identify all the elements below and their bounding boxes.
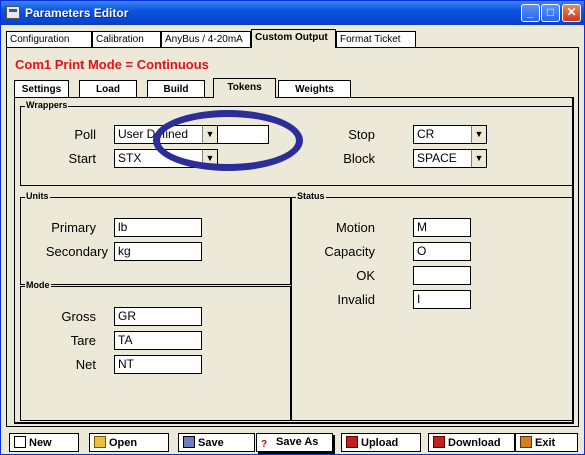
stop-select-value: CR [417,127,435,141]
subtab-label: Load [96,84,120,95]
maximize-icon: □ [546,5,555,19]
exit-button[interactable]: Exit [515,433,578,452]
upload-label: Upload [361,437,399,449]
new-button[interactable]: New [9,433,79,452]
gross-input[interactable]: GR [114,307,202,326]
save-disk-icon [183,436,195,448]
capacity-label: Capacity [324,244,375,259]
annotation-ellipse [153,110,303,171]
tab-format-ticket[interactable]: Format Ticket [336,31,416,48]
subtab-settings[interactable]: Settings [14,80,69,98]
block-select[interactable]: SPACE ▼ [413,149,487,168]
download-button[interactable]: Download [428,433,515,452]
secondary-label: Secondary [45,244,108,259]
units-group: Units [20,191,291,285]
motion-input[interactable]: M [413,218,471,237]
print-mode-title: Com1 Print Mode = Continuous [15,57,209,72]
subtab-load[interactable]: Load [79,80,137,98]
subtab-tokens[interactable]: Tokens [213,78,276,98]
subtab-build[interactable]: Build [147,80,205,98]
download-label: Download [448,437,501,449]
primary-unit-input[interactable]: lb [114,218,202,237]
invalid-label: Invalid [337,292,375,307]
tab-configuration[interactable]: Configuration [6,31,92,48]
tab-label: AnyBus / 4-20mA [165,34,243,45]
capacity-input[interactable]: O [413,242,471,261]
save-as-label: Save As [276,436,319,448]
motion-label: Motion [335,220,375,235]
subtab-label: Settings [21,84,62,95]
tab-label: Calibration [96,34,144,45]
subtab-label: Build [163,84,189,95]
open-folder-icon [94,436,106,448]
upload-icon [346,436,358,448]
parameters-editor-window: Parameters Editor _ □ ✕ Configuration Ca… [0,0,585,455]
tare-label: Tare [70,333,96,348]
net-label: Net [75,357,96,372]
minimize-icon: _ [527,5,534,19]
gross-label: Gross [61,309,96,324]
stop-select[interactable]: CR ▼ [413,125,487,144]
units-group-label: Units [25,191,50,201]
subtab-label: Weights [295,84,334,95]
upload-button[interactable]: Upload [341,433,421,452]
exit-label: Exit [535,437,556,449]
invalid-input[interactable]: I [413,290,471,309]
chevron-down-icon[interactable]: ▼ [471,150,486,167]
chevron-down-icon[interactable]: ▼ [471,126,486,143]
stop-label: Stop [348,127,375,142]
subtab-label: Tokens [227,82,262,93]
tab-label: Configuration [10,34,70,45]
ok-input[interactable] [413,266,471,285]
save-button[interactable]: Save [178,433,255,452]
poll-label: Poll [74,127,96,142]
close-button[interactable]: ✕ [562,4,581,22]
save-label: Save [198,437,224,449]
new-file-icon [14,436,26,448]
ok-label: OK [356,268,375,283]
new-label: New [29,437,52,449]
tab-label: Custom Output [255,32,328,43]
title-bar[interactable]: Parameters Editor _ □ ✕ [1,1,584,25]
tab-custom-output[interactable]: Custom Output [251,29,336,48]
subtab-weights[interactable]: Weights [278,80,351,98]
maximize-button[interactable]: □ [541,4,560,22]
minimize-button[interactable]: _ [521,4,540,22]
open-label: Open [109,437,138,449]
open-button[interactable]: Open [89,433,169,452]
start-select-value: STX [118,151,142,165]
app-icon [6,6,20,19]
download-icon [433,436,445,448]
block-label: Block [343,151,375,166]
mode-group-label: Mode [25,280,51,290]
start-label: Start [68,151,96,166]
tab-label: Format Ticket [340,34,401,45]
primary-label: Primary [51,220,96,235]
exit-door-icon [520,436,532,448]
wrappers-group-label: Wrappers [25,100,69,110]
block-select-value: SPACE [417,151,457,165]
tab-anybus[interactable]: AnyBus / 4-20mA [161,31,251,48]
status-group-label: Status [296,191,326,201]
tab-calibration[interactable]: Calibration [92,31,161,48]
secondary-unit-input[interactable]: kg [114,242,202,261]
window-title: Parameters Editor [25,6,129,20]
tare-input[interactable]: TA [114,331,202,350]
save-as-icon: ? [261,439,268,450]
net-input[interactable]: NT [114,355,202,374]
save-as-button[interactable]: ? Save As [256,433,333,452]
close-icon: ✕ [566,5,577,19]
